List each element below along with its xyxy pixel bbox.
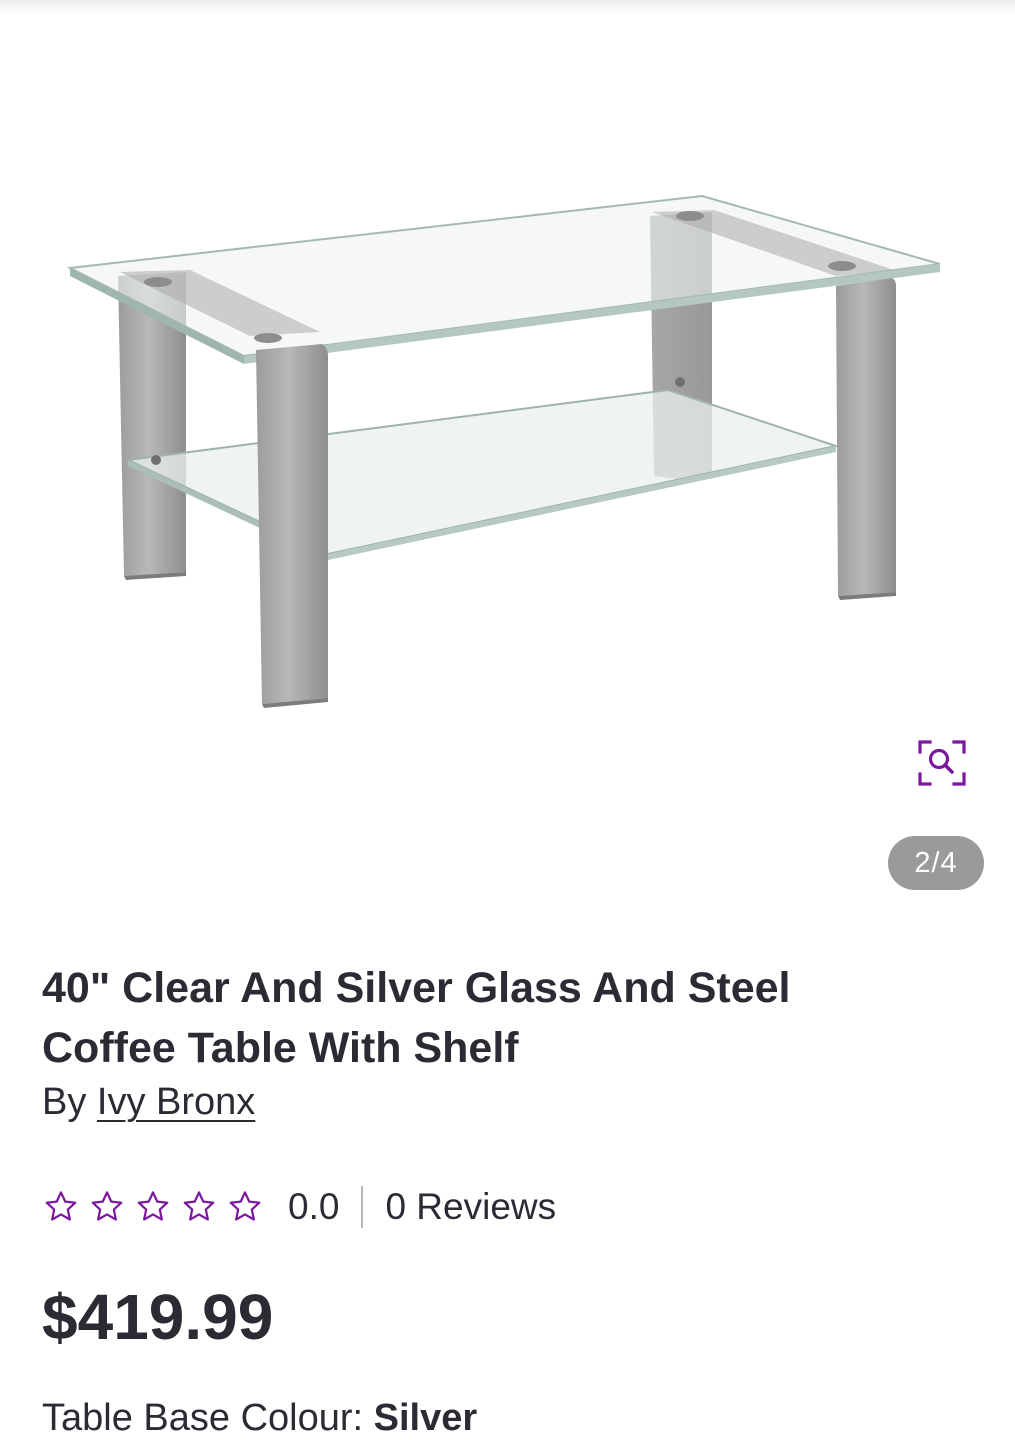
product-image[interactable] [0,14,1015,894]
rating-summary[interactable]: 0.0 0 Reviews [42,1184,556,1230]
top-shadow [0,0,1015,14]
star-empty-icon [229,1191,261,1221]
zoom-search-icon [918,740,966,786]
option-label: Table Base Colour: [42,1397,364,1439]
star-rating [42,1188,272,1226]
star-empty-icon [91,1191,123,1221]
product-price: $419.99 [42,1281,274,1353]
product-title: 40" Clear And Silver Glass And Steel Cof… [42,958,942,1078]
product-title-line2: Coffee Table With Shelf [42,1024,519,1072]
product-page: 2/4 40" Clear And Silver Glass And Steel… [0,0,1015,1440]
option-value: Silver [373,1397,478,1439]
star-empty-icon [137,1191,169,1221]
product-title-line1: 40" Clear And Silver Glass And Steel [42,964,791,1012]
rating-value: 0.0 [288,1186,340,1227]
star-empty-icon [183,1191,215,1221]
zoom-button[interactable] [916,738,968,788]
rating-divider [361,1186,364,1228]
by-prefix: By [42,1081,87,1123]
image-counter: 2/4 [888,836,984,890]
brand-link[interactable]: Ivy Bronx [97,1081,255,1123]
base-colour-option: Table Base Colour: Silver [42,1394,477,1440]
image-gallery[interactable]: 2/4 [0,14,1015,894]
star-empty-icon [45,1191,77,1221]
review-count-link[interactable]: 0 Reviews [385,1186,556,1228]
brand-byline: By Ivy Bronx [42,1078,255,1126]
